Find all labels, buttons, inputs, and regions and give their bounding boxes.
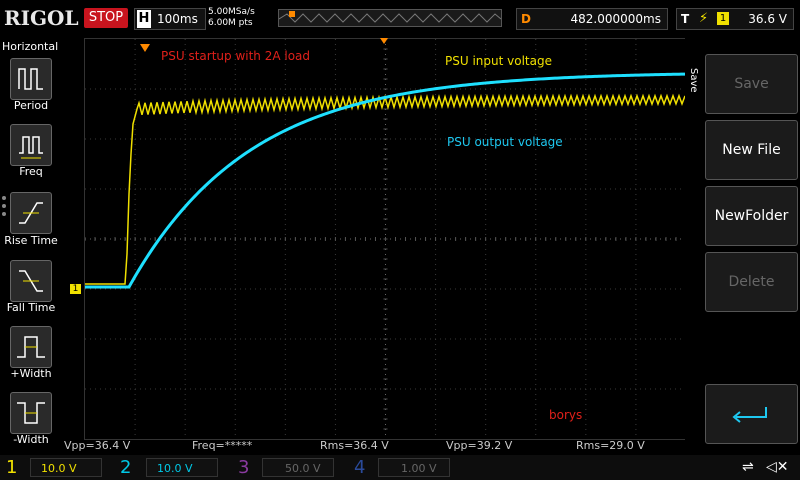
top-status-bar: RIGOL STOP H 100ms 5.00MSa/s 6.00M pts D… (0, 0, 800, 38)
ch2-number[interactable]: 2 (120, 455, 131, 480)
trigger-box[interactable]: T ⚡ 1 36.6 V (676, 8, 794, 30)
ch2-output-voltage-trace (85, 72, 686, 289)
horizontal-key: H (137, 10, 151, 28)
waveform-grid-svg (84, 38, 687, 439)
horizontal-measure-menu: Horizontal Period Freq Rise Time Fall Ti… (0, 38, 62, 454)
page-indicator (2, 196, 7, 220)
negative-width-label: -Width (13, 433, 49, 446)
save-menu-title: Save (688, 68, 699, 93)
memory-position-bar[interactable] (278, 9, 502, 27)
negative-width-button[interactable] (10, 392, 52, 434)
measure-freq: Freq=***** (192, 439, 253, 452)
center-time-marker (380, 38, 388, 44)
annotation-output-voltage: PSU output voltage (447, 135, 563, 149)
freq-label: Freq (19, 165, 43, 178)
freq-button[interactable] (10, 124, 52, 166)
annotation-author: borys (549, 408, 583, 422)
positive-width-button[interactable] (10, 326, 52, 368)
fall-time-icon (19, 270, 43, 292)
channel-bar: 1 10.0 V 2 10.0 V 3 50.0 V 4 1.00 V ⇌ ◁✕ (0, 455, 800, 480)
positive-width-icon (17, 336, 45, 358)
measure-rms-ch1: Rms=36.4 V (320, 439, 389, 452)
delete-button[interactable]: Delete (705, 252, 798, 312)
period-button[interactable] (10, 58, 52, 100)
rise-time-icon (19, 202, 43, 224)
memory-depth: 6.00M pts (208, 18, 253, 28)
waveform-display[interactable]: PSU startup with 2A load PSU input volta… (84, 38, 687, 440)
trigger-key: T (681, 12, 690, 26)
ch1-offset-marker[interactable]: 1 (70, 284, 81, 294)
delay-value: 482.000000ms (570, 12, 661, 26)
measure-vpp-ch2: Vpp=39.2 V (446, 439, 513, 452)
return-arrow-icon (732, 407, 767, 423)
measure-rms-ch2: Rms=29.0 V (576, 439, 645, 452)
brand-logo: RIGOL (4, 6, 79, 30)
new-folder-button[interactable]: NewFolder (705, 186, 798, 246)
ch1-scale[interactable]: 10.0 V (30, 458, 102, 477)
menu-title: Horizontal (2, 40, 59, 53)
delay-key: D (521, 12, 531, 26)
trigger-channel: 1 (717, 12, 729, 25)
ch3-scale[interactable]: 50.0 V (262, 458, 334, 477)
sample-rate: 5.00MSa/s (208, 7, 255, 17)
run-stop-indicator[interactable]: STOP (84, 8, 128, 28)
ch3-number[interactable]: 3 (238, 455, 249, 480)
new-file-button[interactable]: New File (705, 120, 798, 180)
measurement-bar: Vpp=36.4 V Freq=***** Rms=36.4 V Vpp=39.… (60, 438, 685, 454)
acquisition-info: 5.00MSa/s 6.00M pts (208, 7, 255, 29)
speaker-muted-icon[interactable]: ◁✕ (766, 458, 789, 476)
fall-time-button[interactable] (10, 260, 52, 302)
timebase-value: 100ms (157, 12, 198, 26)
memory-waveform-overview (278, 11, 502, 23)
rise-time-button[interactable] (10, 192, 52, 234)
ch2-scale[interactable]: 10.0 V (146, 458, 218, 477)
freq-icon (19, 136, 43, 159)
period-icon (18, 68, 43, 90)
trigger-position-marker (289, 11, 295, 17)
fall-time-label: Fall Time (6, 301, 56, 314)
delay-box[interactable]: D 482.000000ms (516, 8, 668, 30)
period-label: Period (13, 99, 49, 112)
rising-edge-icon: ⚡ (699, 11, 709, 26)
save-menu: Save Save New File NewFolder Delete (685, 38, 800, 454)
positive-width-label: +Width (10, 367, 52, 380)
usb-icon: ⇌ (742, 459, 754, 475)
negative-width-icon (17, 402, 45, 424)
rise-time-label: Rise Time (4, 234, 58, 247)
ch4-scale[interactable]: 1.00 V (378, 458, 450, 477)
save-button[interactable]: Save (705, 54, 798, 114)
annotation-input-voltage: PSU input voltage (445, 54, 552, 68)
trigger-time-marker[interactable] (140, 44, 150, 52)
measure-vpp-ch1: Vpp=36.4 V (64, 439, 131, 452)
ch4-number[interactable]: 4 (354, 455, 365, 480)
ch1-number[interactable]: 1 (6, 455, 17, 480)
annotation-startup: PSU startup with 2A load (161, 49, 311, 63)
back-button[interactable] (705, 384, 798, 444)
trigger-level: 36.6 V (748, 12, 787, 26)
timebase-box[interactable]: H 100ms (134, 8, 206, 30)
